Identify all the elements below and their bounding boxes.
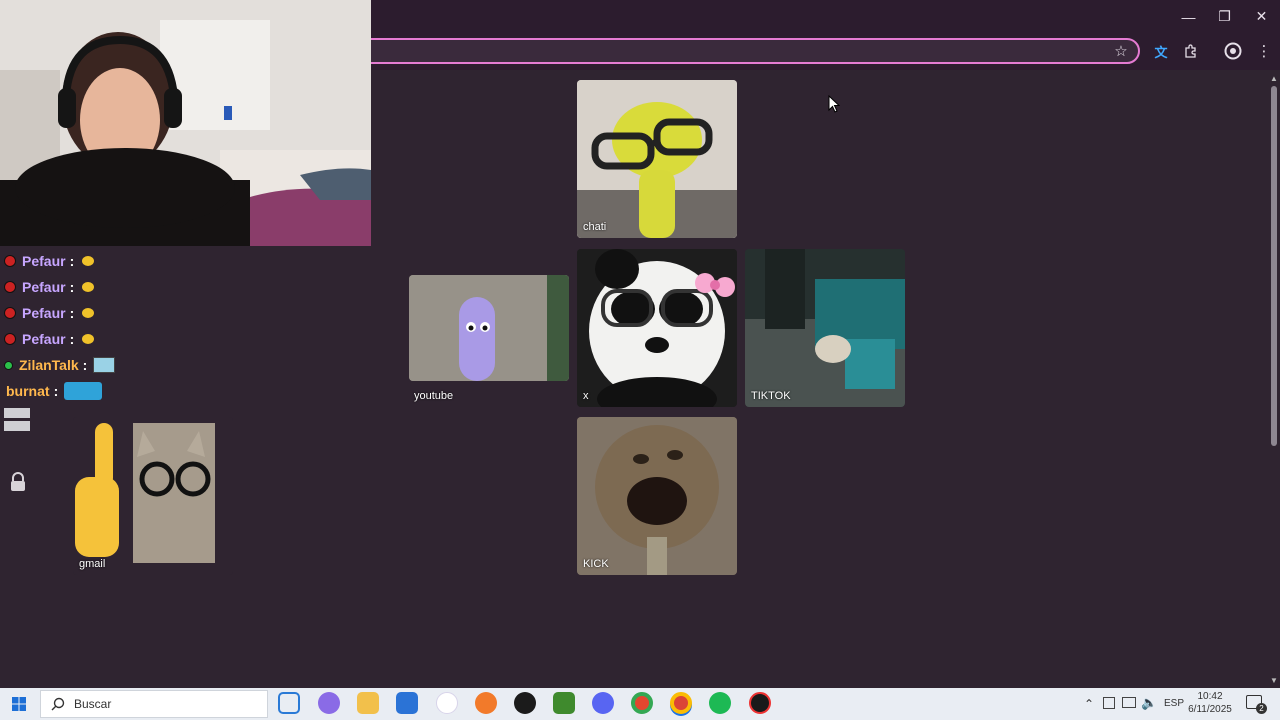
chat-username: Pefaur (22, 331, 66, 347)
store-icon[interactable] (396, 692, 418, 714)
chat-message: Pefaur : (4, 248, 244, 274)
chat-message: ZilanTalk : (4, 352, 244, 378)
tile-chati[interactable]: chati (577, 80, 737, 238)
tile-label: TIKTOK (751, 390, 791, 402)
chat-separator: : (69, 305, 75, 321)
chat-separator: : (69, 331, 75, 347)
language-indicator[interactable]: ESP (1164, 698, 1184, 709)
emote-icon (82, 308, 95, 318)
volume-icon[interactable]: 🔈 (1141, 695, 1157, 711)
app-orange-icon[interactable] (475, 692, 497, 714)
tiktok-thumbnail (745, 249, 905, 407)
chat-username: ZilanTalk (19, 357, 79, 373)
menu-icon[interactable]: ⋮ (1253, 40, 1275, 62)
tile-tiktok[interactable]: TIKTOK (745, 249, 905, 407)
scroll-up-icon[interactable]: ▲ (1270, 74, 1278, 83)
minecraft-icon[interactable] (553, 692, 575, 714)
chat-overlay: Pefaur : Pefaur : Pefaur : Pefaur : Zila… (4, 248, 244, 432)
close-button[interactable]: ✕ (1243, 0, 1280, 33)
profile-icon[interactable] (1222, 40, 1244, 62)
webcam-overlay (0, 0, 371, 246)
kick-thumbnail (577, 417, 737, 575)
task-view-icon[interactable] (278, 692, 300, 714)
notification-count: 2 (1256, 703, 1267, 714)
notifications-icon[interactable]: 2 (1246, 695, 1267, 714)
tile-label: KICK (583, 558, 609, 570)
chat-message: Pefaur : (4, 326, 244, 352)
scrollbar-thumb[interactable] (1271, 86, 1277, 446)
tile-label: chati (583, 221, 607, 233)
discord-icon[interactable] (592, 692, 614, 714)
minimize-button[interactable]: — (1170, 0, 1207, 33)
chati-thumbnail (577, 80, 737, 238)
emote-icon (82, 282, 95, 292)
network-icon[interactable] (1122, 697, 1136, 708)
search-placeholder: Buscar (74, 697, 112, 711)
clock-date: 6/11/2025 (1188, 704, 1232, 715)
x-thumbnail (577, 249, 737, 407)
tile-kick[interactable]: KICK (577, 417, 737, 575)
start-button[interactable] (12, 697, 26, 716)
chat-separator: : (53, 383, 59, 399)
lock-icon (9, 472, 27, 492)
restore-button[interactable]: ❐ (1206, 0, 1243, 33)
emote-icon (64, 382, 103, 400)
address-bar[interactable] (340, 38, 1140, 64)
gmail-thumbnail (73, 417, 233, 575)
chat-placeholder-icon (4, 408, 30, 432)
youtube-thumbnail (409, 275, 569, 381)
chat-username: Pefaur (22, 305, 66, 321)
moderator-badge-icon (4, 307, 16, 319)
chat-username: Pefaur (22, 253, 66, 269)
chat-separator: : (69, 253, 75, 269)
emote-icon (93, 357, 116, 373)
tray-overflow-icon[interactable]: ⌃ (1084, 697, 1094, 711)
tray-device-icon[interactable] (1103, 697, 1115, 709)
emote-icon (82, 334, 95, 344)
clock-time: 10:42 (1197, 691, 1223, 702)
search-icon (51, 697, 65, 711)
mouse-cursor-icon (828, 94, 841, 118)
taskbar-search[interactable]: Buscar (40, 690, 268, 718)
extensions-icon[interactable] (1180, 40, 1202, 62)
moderator-badge-icon (4, 281, 16, 293)
word-icon[interactable] (436, 692, 458, 714)
chrome-active-icon[interactable] (670, 692, 692, 714)
tile-label: x (583, 390, 589, 402)
star-icon[interactable]: ☆ (1110, 40, 1132, 62)
spotify-icon[interactable] (709, 692, 731, 714)
tile-gmail[interactable]: gmail (73, 417, 233, 575)
moderator-badge-icon (4, 333, 16, 345)
chat-message: burnat : (4, 378, 244, 404)
chat-separator: : (69, 279, 75, 295)
chat-username: Pefaur (22, 279, 66, 295)
webcam-feed (0, 0, 371, 246)
chat-message: Pefaur : (4, 274, 244, 300)
chrome-icon[interactable] (631, 692, 653, 714)
chat-message: Pefaur : (4, 300, 244, 326)
clock[interactable]: 10:42 6/11/2025 (1186, 690, 1234, 716)
emote-icon (82, 256, 95, 266)
tile-x[interactable]: x (577, 249, 737, 407)
copilot-icon[interactable] (318, 692, 340, 714)
file-explorer-icon[interactable] (357, 692, 379, 714)
moderator-badge-icon (4, 255, 16, 267)
tile-youtube[interactable] (409, 275, 569, 381)
tile-label: gmail (79, 558, 106, 570)
translate-icon[interactable]: 文 (1150, 40, 1172, 62)
tile-label-youtube: youtube (414, 390, 454, 402)
chat-username: burnat (6, 383, 50, 399)
check-badge-icon (4, 360, 13, 370)
scroll-down-icon[interactable]: ▼ (1270, 676, 1278, 685)
app-dark-icon[interactable] (514, 692, 536, 714)
chat-separator: : (82, 357, 88, 373)
obs-icon[interactable] (749, 692, 771, 714)
